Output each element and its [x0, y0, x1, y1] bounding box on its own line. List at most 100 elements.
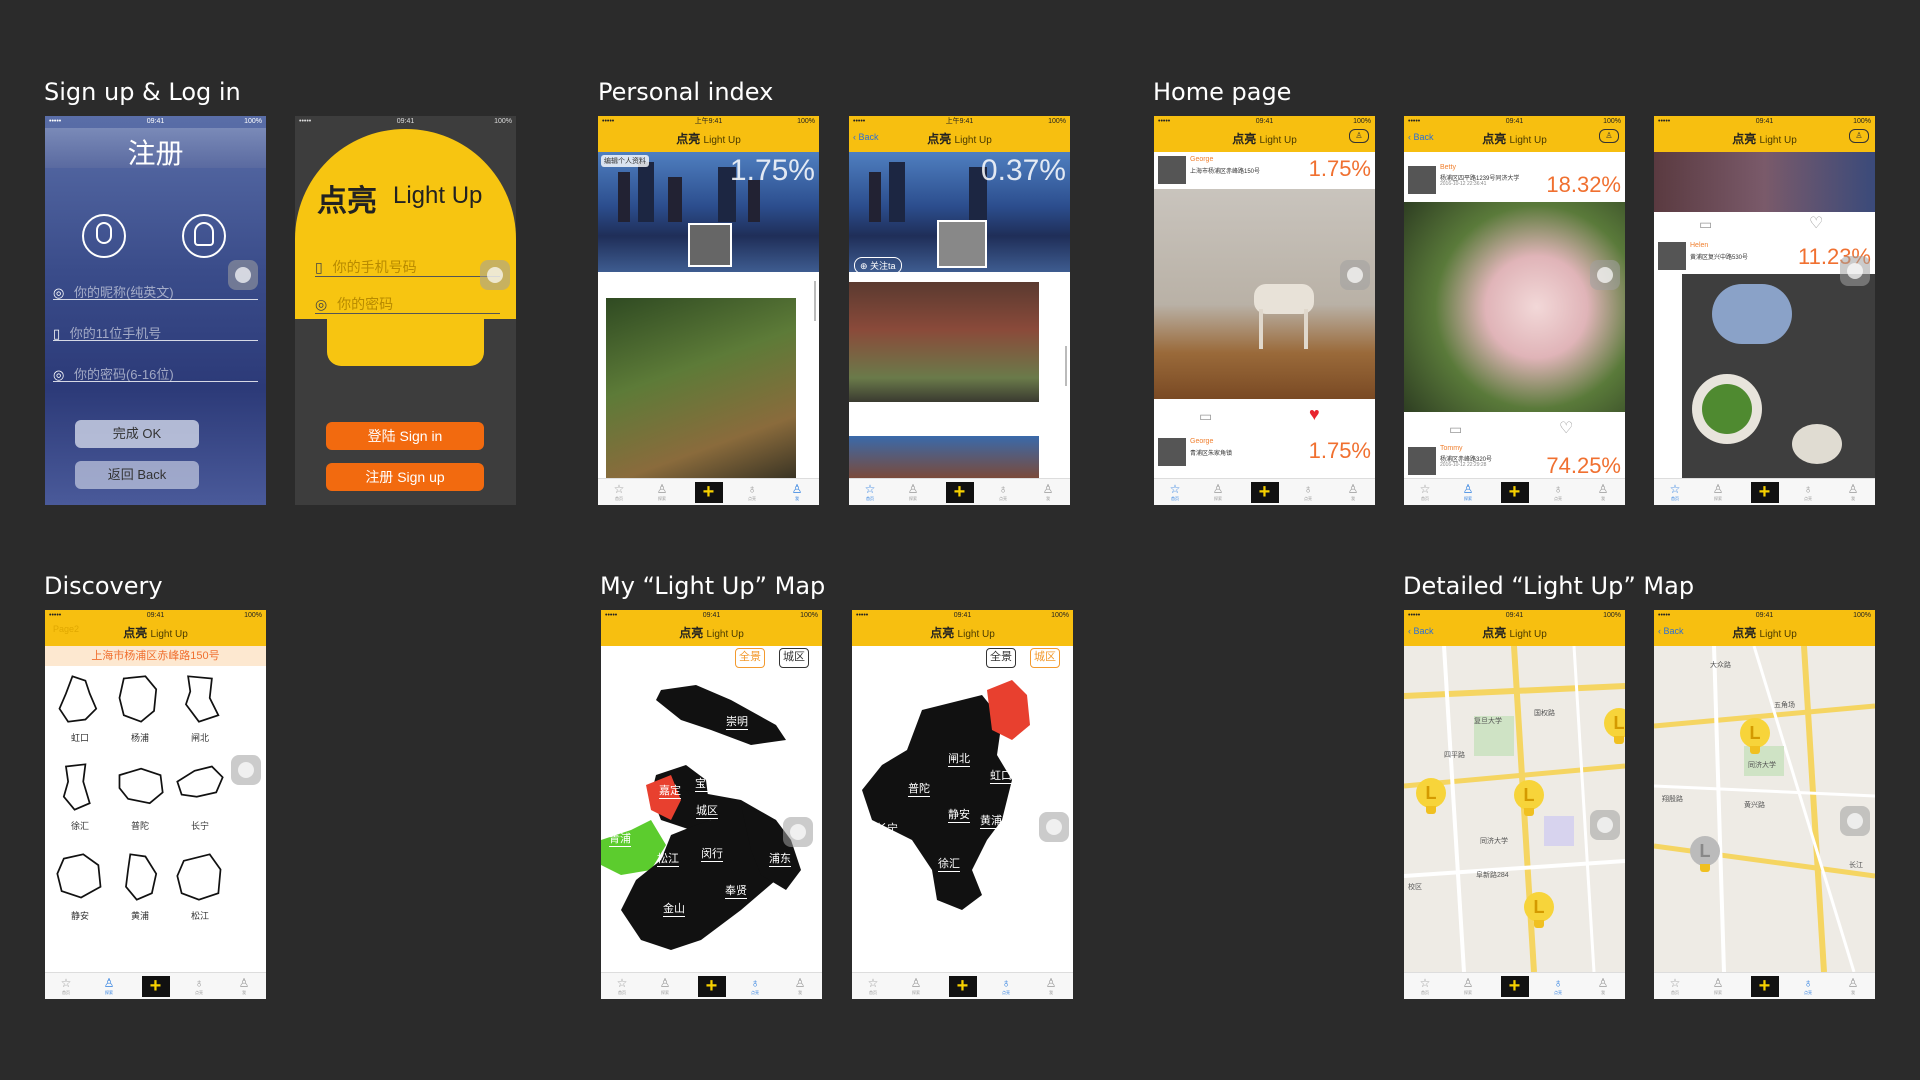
avatar[interactable]	[1658, 242, 1686, 270]
comment-icon[interactable]: ▭	[1449, 421, 1462, 438]
district-card[interactable]: 杨浦	[113, 672, 167, 748]
lightbulb-marker-icon[interactable]: L	[1514, 780, 1544, 816]
tab-light-icon[interactable]: ♁ 点亮	[994, 482, 1012, 501]
district-card[interactable]: 徐汇	[53, 760, 107, 836]
comment-icon[interactable]: ▭	[1699, 216, 1712, 233]
friends-icon[interactable]: ♙	[1849, 129, 1869, 143]
tab-home-icon[interactable]: ☆ 首页	[1666, 482, 1684, 501]
add-button[interactable]: +	[1500, 482, 1529, 503]
tab-light-icon[interactable]: ♁ 点亮	[746, 976, 764, 995]
signin-button[interactable]: 登陆 Sign in	[326, 422, 484, 450]
tab-explore-icon[interactable]: ♙ 探索	[1709, 482, 1727, 501]
tab-home-icon[interactable]: ☆ 首页	[610, 482, 628, 501]
tab-explore-icon[interactable]: ♙ 探索	[1209, 482, 1227, 501]
tab-home-icon[interactable]: ☆ 首页	[57, 976, 75, 995]
tab-me-icon[interactable]: ♙ 我	[1344, 482, 1362, 501]
tab-light-icon[interactable]: ♁ 点亮	[743, 482, 761, 501]
tab-me-icon[interactable]: ♙ 我	[1039, 482, 1057, 501]
tab-explore-icon[interactable]: ♙ 探索	[1459, 482, 1477, 501]
tab-me-icon[interactable]: ♙ 我	[1844, 482, 1862, 501]
district-card[interactable]: 闸北	[173, 672, 227, 748]
district-card[interactable]: 松江	[173, 850, 227, 926]
tab-explore-icon[interactable]: ♙ 探索	[1709, 976, 1727, 995]
tab-home-icon[interactable]: ☆ 首页	[1416, 482, 1434, 501]
tab-light-icon[interactable]: ♁ 点亮	[1799, 976, 1817, 995]
avatar[interactable]	[688, 223, 732, 267]
district-card[interactable]: 虹口	[53, 672, 107, 748]
tab-me-icon[interactable]: ♙ 我	[1042, 976, 1060, 995]
avatar[interactable]	[937, 220, 987, 268]
back-button[interactable]: 返回 Back	[75, 461, 199, 489]
tab-light-icon[interactable]: ♁ 点亮	[1549, 976, 1567, 995]
avatar[interactable]	[1408, 447, 1436, 475]
street-map[interactable]	[1404, 646, 1625, 972]
login-phone-field[interactable]: ▯ 你的手机号码	[315, 257, 500, 277]
photo-post[interactable]	[849, 436, 1039, 478]
district-card[interactable]: 普陀	[113, 760, 167, 836]
photo-post[interactable]	[1682, 274, 1875, 478]
photo-post[interactable]	[606, 298, 796, 478]
avatar[interactable]	[1158, 438, 1186, 466]
add-button[interactable]: +	[948, 976, 977, 997]
photo-post[interactable]	[1654, 152, 1875, 212]
add-button[interactable]: +	[697, 976, 726, 997]
friends-icon[interactable]: ♙	[1349, 129, 1369, 143]
friends-icon[interactable]: ♙	[1599, 129, 1619, 143]
tab-home-icon[interactable]: ☆ 首页	[1666, 976, 1684, 995]
panorama-button[interactable]: 全景	[986, 648, 1016, 668]
district-card[interactable]: 长宁	[173, 760, 227, 836]
add-button[interactable]: +	[141, 976, 170, 997]
tab-me-icon[interactable]: ♙ 我	[788, 482, 806, 501]
tab-explore-icon[interactable]: ♙ 探索	[656, 976, 674, 995]
tab-light-icon[interactable]: ♁ 点亮	[997, 976, 1015, 995]
tab-me-icon[interactable]: ♙ 我	[791, 976, 809, 995]
heart-icon[interactable]: ♡	[1559, 418, 1573, 438]
avatar[interactable]	[1158, 156, 1186, 184]
lightbulb-marker-icon[interactable]: L	[1524, 892, 1554, 928]
tab-me-icon[interactable]: ♙ 我	[1844, 976, 1862, 995]
tab-home-icon[interactable]: ☆ 首页	[1416, 976, 1434, 995]
tab-light-icon[interactable]: ♁ 点亮	[1299, 482, 1317, 501]
lightbulb-marker-gray-icon[interactable]: L	[1690, 836, 1720, 872]
tab-light-icon[interactable]: ♁ 点亮	[190, 976, 208, 995]
heart-icon[interactable]: ♡	[1809, 213, 1823, 233]
add-button[interactable]: +	[1750, 976, 1779, 997]
panorama-button[interactable]: 全景	[735, 648, 765, 668]
lightbulb-marker-icon[interactable]: L	[1416, 778, 1446, 814]
tab-me-icon[interactable]: ♙ 我	[235, 976, 253, 995]
tab-home-icon[interactable]: ☆ 首页	[613, 976, 631, 995]
district-card[interactable]: 静安	[53, 850, 107, 926]
photo-post[interactable]	[1154, 189, 1375, 399]
district-card[interactable]: 黄浦	[113, 850, 167, 926]
photo-post[interactable]	[1404, 202, 1625, 412]
tab-explore-icon[interactable]: ♙ 探索	[100, 976, 118, 995]
tab-home-icon[interactable]: ☆ 首页	[861, 482, 879, 501]
add-button[interactable]: +	[1750, 482, 1779, 503]
city-button[interactable]: 城区	[1030, 648, 1060, 668]
avatar-male-icon[interactable]	[82, 214, 126, 258]
add-button[interactable]: +	[694, 482, 723, 503]
follow-button[interactable]: ⊕ 关注ta	[854, 257, 902, 274]
heart-icon[interactable]: ♥	[1309, 404, 1320, 425]
tab-me-icon[interactable]: ♙ 我	[1594, 482, 1612, 501]
edit-profile-button[interactable]: 编辑个人资料	[601, 155, 649, 167]
tab-light-icon[interactable]: ♁ 点亮	[1549, 482, 1567, 501]
add-button[interactable]: +	[1250, 482, 1279, 503]
password-field[interactable]: ◎ 你的密码(6-16位)	[53, 364, 258, 382]
ok-button[interactable]: 完成 OK	[75, 420, 199, 448]
add-button[interactable]: +	[945, 482, 974, 503]
add-button[interactable]: +	[1500, 976, 1529, 997]
lightbulb-marker-icon[interactable]: L	[1740, 718, 1770, 754]
phone-field[interactable]: ▯ 你的11位手机号	[53, 323, 258, 341]
avatar[interactable]	[1408, 166, 1436, 194]
comment-icon[interactable]: ▭	[1199, 408, 1212, 425]
tab-light-icon[interactable]: ♁ 点亮	[1799, 482, 1817, 501]
avatar-female-icon[interactable]	[182, 214, 226, 258]
login-password-field[interactable]: ◎ 你的密码	[315, 294, 500, 314]
tab-explore-icon[interactable]: ♙ 探索	[653, 482, 671, 501]
tab-explore-icon[interactable]: ♙ 探索	[907, 976, 925, 995]
nickname-field[interactable]: ◎ 你的昵称(纯英文)	[53, 282, 258, 300]
tab-explore-icon[interactable]: ♙ 探索	[1459, 976, 1477, 995]
signup-button[interactable]: 注册 Sign up	[326, 463, 484, 491]
photo-post[interactable]	[849, 282, 1039, 402]
